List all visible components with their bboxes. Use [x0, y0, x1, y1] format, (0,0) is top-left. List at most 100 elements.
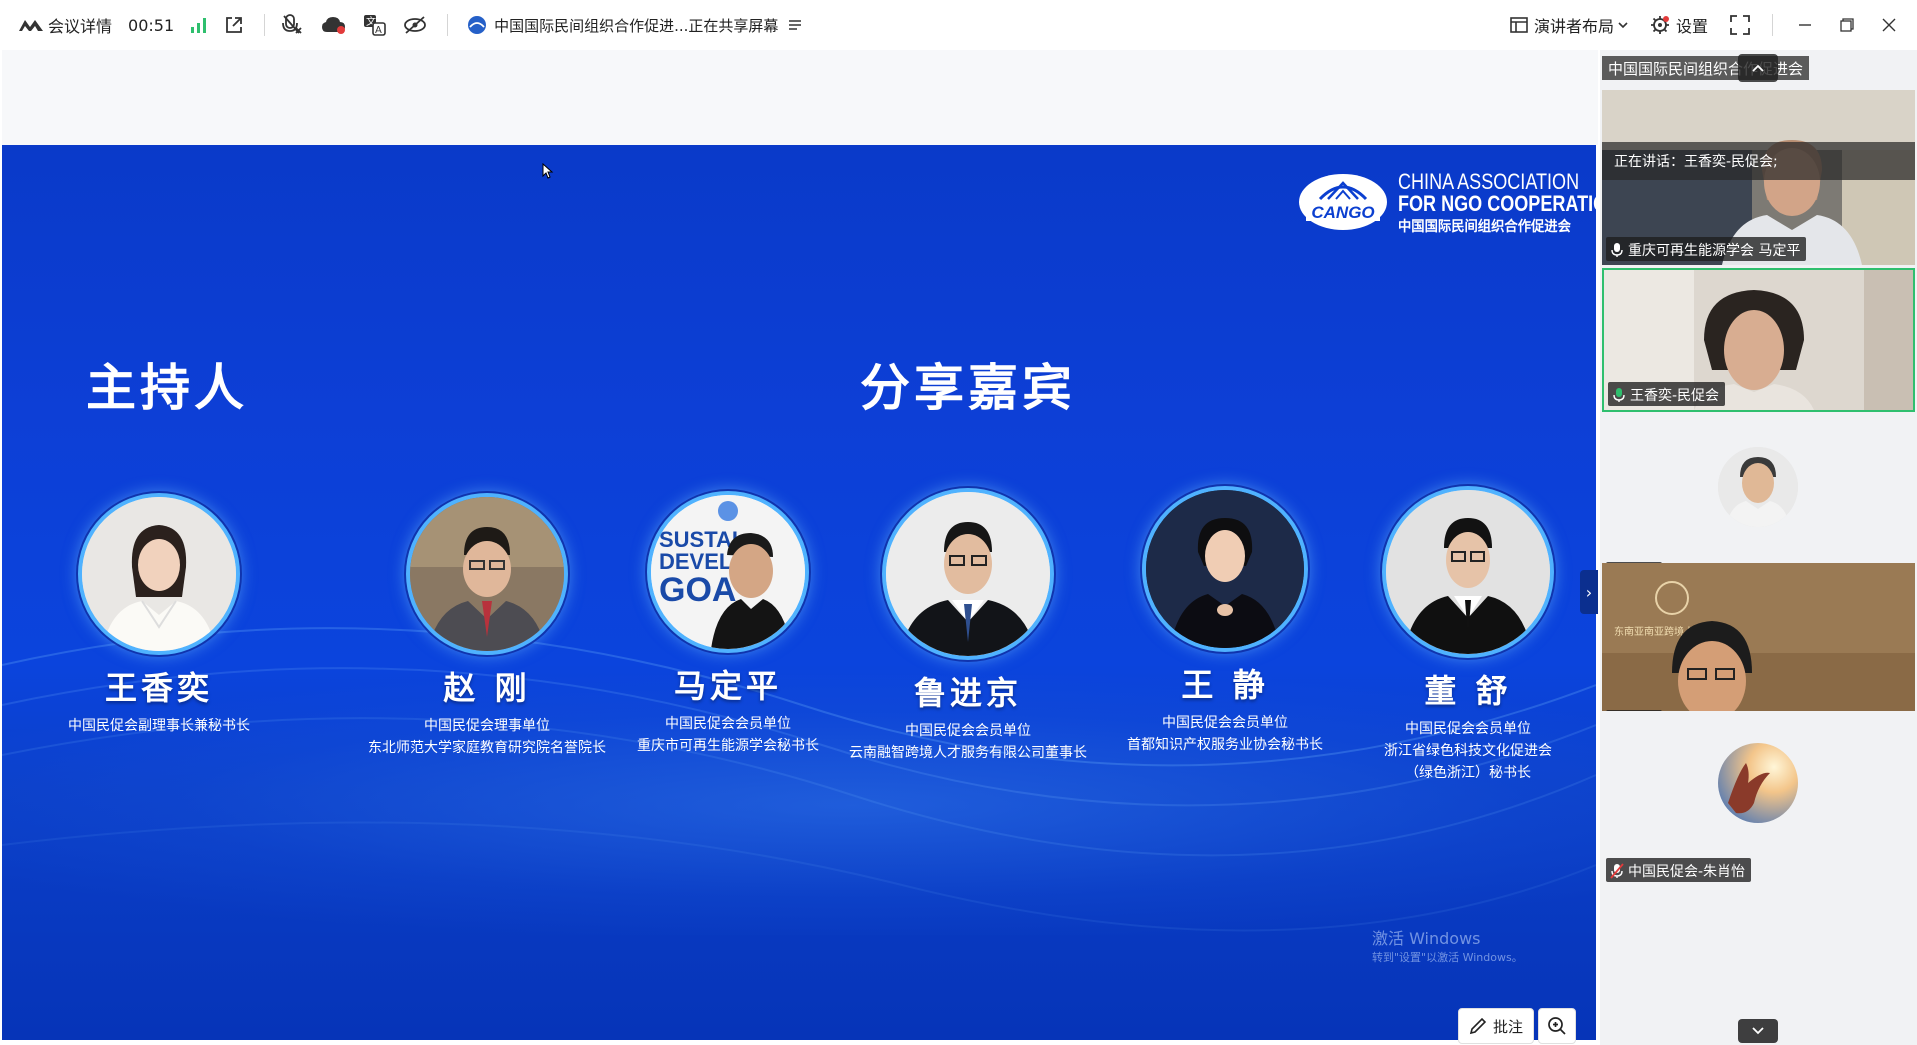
participant-label: 王香奕-民促会 — [1608, 382, 1726, 406]
settings-label: 设置 — [1675, 17, 1708, 36]
person-title-block: 中国民促会会员单位 云南融智跨境人才服务有限公司董事长 — [828, 720, 1108, 764]
toolbar-divider — [264, 14, 266, 36]
person-title-line: 重庆市可再生能源学会秘书长 — [637, 738, 819, 754]
microphone-active-icon — [1613, 388, 1625, 402]
participant-avatar — [1718, 743, 1798, 823]
video-tile-active-speaker[interactable]: 王香奕-民促会 — [1602, 268, 1915, 412]
host-header: 主持人 — [86, 359, 248, 417]
collapse-down-icon[interactable] — [1738, 1019, 1778, 1043]
shared-screen-blank-area — [2, 50, 1598, 145]
pencil-icon — [1469, 1017, 1487, 1035]
participant-label: 重庆可再生能源学会 马定平 — [1606, 237, 1807, 261]
guest-photo: SUSTAI DEVELO GOA — [647, 491, 809, 653]
cloud-record-icon[interactable] — [321, 15, 347, 35]
participant-video-panel: 中国国际民间组织合作促进会 正在讲话：王香奕-民促会; 重庆可再生能源学会 马定… — [1600, 50, 1917, 1045]
svg-text:A: A — [375, 25, 382, 36]
person-name: 马定平 — [673, 667, 782, 705]
logo-english-line2: FOR NGO COOPERATION — [1398, 191, 1596, 216]
zoom-in-icon — [1547, 1016, 1567, 1036]
guest-card: SUSTAI DEVELO GOA 马定平 中国民促会会员单位 重庆市可再生能源… — [588, 491, 868, 757]
guest-photo — [882, 488, 1054, 660]
person-title-line: （绿色浙江）秘书长 — [1405, 765, 1531, 781]
toolbar-divider — [447, 14, 449, 36]
meeting-info-button[interactable]: 会议详情 — [18, 12, 112, 38]
restore-icon[interactable] — [1829, 7, 1865, 43]
presentation-slide: CANGO CHINA ASSOCIATION FOR NGO COOPERAT… — [2, 145, 1596, 1040]
svg-text:CANGO: CANGO — [1311, 203, 1374, 222]
fullscreen-icon[interactable] — [1730, 15, 1750, 35]
logo-chinese-name: 中国国际民间组织合作促进会 — [1398, 219, 1571, 235]
guest-card: 王 静 中国民促会会员单位 首都知识产权服务业协会秘书长 — [1085, 486, 1365, 756]
person-title-line: 浙江省绿色科技文化促进会 — [1384, 743, 1552, 759]
participant-label: 中国民促会-朱肖怡 — [1606, 858, 1752, 882]
person-title-line: 中国民促会会员单位 — [905, 723, 1031, 739]
person-name: 鲁进京 — [913, 674, 1022, 712]
layout-icon — [1510, 17, 1528, 33]
participant-avatar — [1718, 447, 1798, 527]
person-title-line: 云南融智跨境人才服务有限公司董事长 — [849, 745, 1087, 761]
guest-card: 鲁进京 中国民促会会员单位 云南融智跨境人才服务有限公司董事长 — [828, 488, 1108, 764]
person-title-line: 中国民促会会员单位 — [1162, 715, 1288, 731]
watermark-line2: 转到"设置"以激活 Windows。 — [1372, 951, 1523, 964]
translate-icon[interactable]: 文A — [363, 14, 387, 36]
collapse-up-icon[interactable] — [1738, 54, 1778, 82]
menu-lines-icon[interactable] — [788, 16, 802, 35]
timer-text: 00:51 — [128, 15, 175, 35]
microphone-icon — [1611, 243, 1623, 257]
close-icon[interactable] — [1871, 7, 1907, 43]
person-title-line: 中国民促会副理事长兼秘书长 — [68, 718, 250, 734]
person-title-block: 中国民促会会员单位 浙江省绿色科技文化促进会 （绿色浙江）秘书长 — [1328, 718, 1596, 784]
org-logo-icon — [464, 12, 490, 38]
host-photo — [78, 493, 240, 655]
chevron-down-icon — [1618, 21, 1628, 29]
guests-header: 分享嘉宾 — [860, 359, 1076, 417]
minimize-icon[interactable] — [1787, 7, 1823, 43]
share-link-icon[interactable] — [224, 15, 244, 35]
person-name: 王 静 — [1181, 666, 1269, 704]
meeting-toolbar: 会议详情 00:51 文A 中国国际民间组织合作促进...正在共享屏幕 演讲者布… — [0, 0, 1917, 50]
mute-all-icon[interactable] — [281, 13, 305, 37]
expand-panel-arrow-icon[interactable]: › — [1580, 570, 1598, 614]
gear-icon — [1650, 15, 1670, 35]
participant-name: 重庆可再生能源学会 马定平 — [1628, 243, 1801, 259]
toolbar-divider — [1772, 14, 1773, 36]
signal-icon[interactable] — [190, 17, 208, 33]
annotation-toolbar: 批注 — [1458, 1008, 1580, 1044]
participant-name: 中国民促会-朱肖怡 — [1628, 864, 1746, 880]
meeting-info-label: 会议详情 — [48, 17, 113, 36]
person-title-block: 中国民促会会员单位 首都知识产权服务业协会秘书长 — [1085, 712, 1365, 756]
host-card: 王香奕 中国民促会副理事长兼秘书长 — [19, 493, 299, 737]
person-name: 赵 刚 — [443, 669, 531, 707]
person-title-line: 中国民促会会员单位 — [665, 716, 791, 732]
video-tile[interactable]: 正在讲话：王香奕-民促会; 重庆可再生能源学会 马定平 — [1602, 90, 1915, 265]
person-name: 王香奕 — [104, 669, 213, 707]
meeting-logo-icon — [18, 12, 44, 38]
guest-photo — [1142, 486, 1308, 652]
person-title-block: 中国民促会理事单位 东北师范大学家庭教育研究院名誉院长 — [347, 715, 627, 759]
cango-logo-mark: CANGO — [1299, 174, 1387, 230]
hide-video-icon[interactable] — [403, 15, 427, 35]
microphone-muted-icon — [1610, 863, 1624, 879]
svg-text:GOA: GOA — [659, 571, 736, 609]
participant-name: 王香奕-民促会 — [1630, 388, 1720, 404]
person-name: 董 舒 — [1424, 672, 1512, 710]
person-title-line: 中国民促会会员单位 — [1405, 721, 1531, 737]
person-title-block: 中国民促会会员单位 重庆市可再生能源学会秘书长 — [588, 713, 868, 757]
guest-card: 赵 刚 中国民促会理事单位 东北师范大学家庭教育研究院名誉院长 — [347, 493, 627, 759]
cango-logo: CANGO CHINA ASSOCIATION FOR NGO COOPERAT… — [1298, 165, 1596, 235]
speaking-indicator: 正在讲话：王香奕-民促会; — [1602, 142, 1915, 180]
windows-activation-watermark: 激活 Windows 转到"设置"以激活 Windows。 — [1372, 925, 1523, 965]
zoom-in-button[interactable] — [1538, 1008, 1577, 1044]
guest-card: 董 舒 中国民促会会员单位 浙江省绿色科技文化促进会 （绿色浙江）秘书长 — [1328, 486, 1596, 784]
person-title-line: 中国民促会理事单位 — [424, 718, 550, 734]
video-tile[interactable]: 中国民促会-朱肖怡 — [1602, 711, 1915, 886]
layout-button[interactable]: 演讲者布局 — [1510, 13, 1628, 37]
annotate-button[interactable]: 批注 — [1458, 1008, 1535, 1044]
meeting-timer: 00:51 — [128, 16, 174, 35]
settings-button[interactable]: 设置 — [1650, 13, 1708, 37]
person-title-line: 东北师范大学家庭教育研究院名誉院长 — [368, 740, 606, 756]
mouse-cursor-icon — [542, 163, 554, 179]
sharing-title: 中国国际民间组织合作促进...正在共享屏幕 — [494, 16, 779, 35]
sharing-indicator[interactable]: 中国国际民间组织合作促进...正在共享屏幕 — [464, 12, 802, 38]
guest-photo — [406, 493, 568, 655]
